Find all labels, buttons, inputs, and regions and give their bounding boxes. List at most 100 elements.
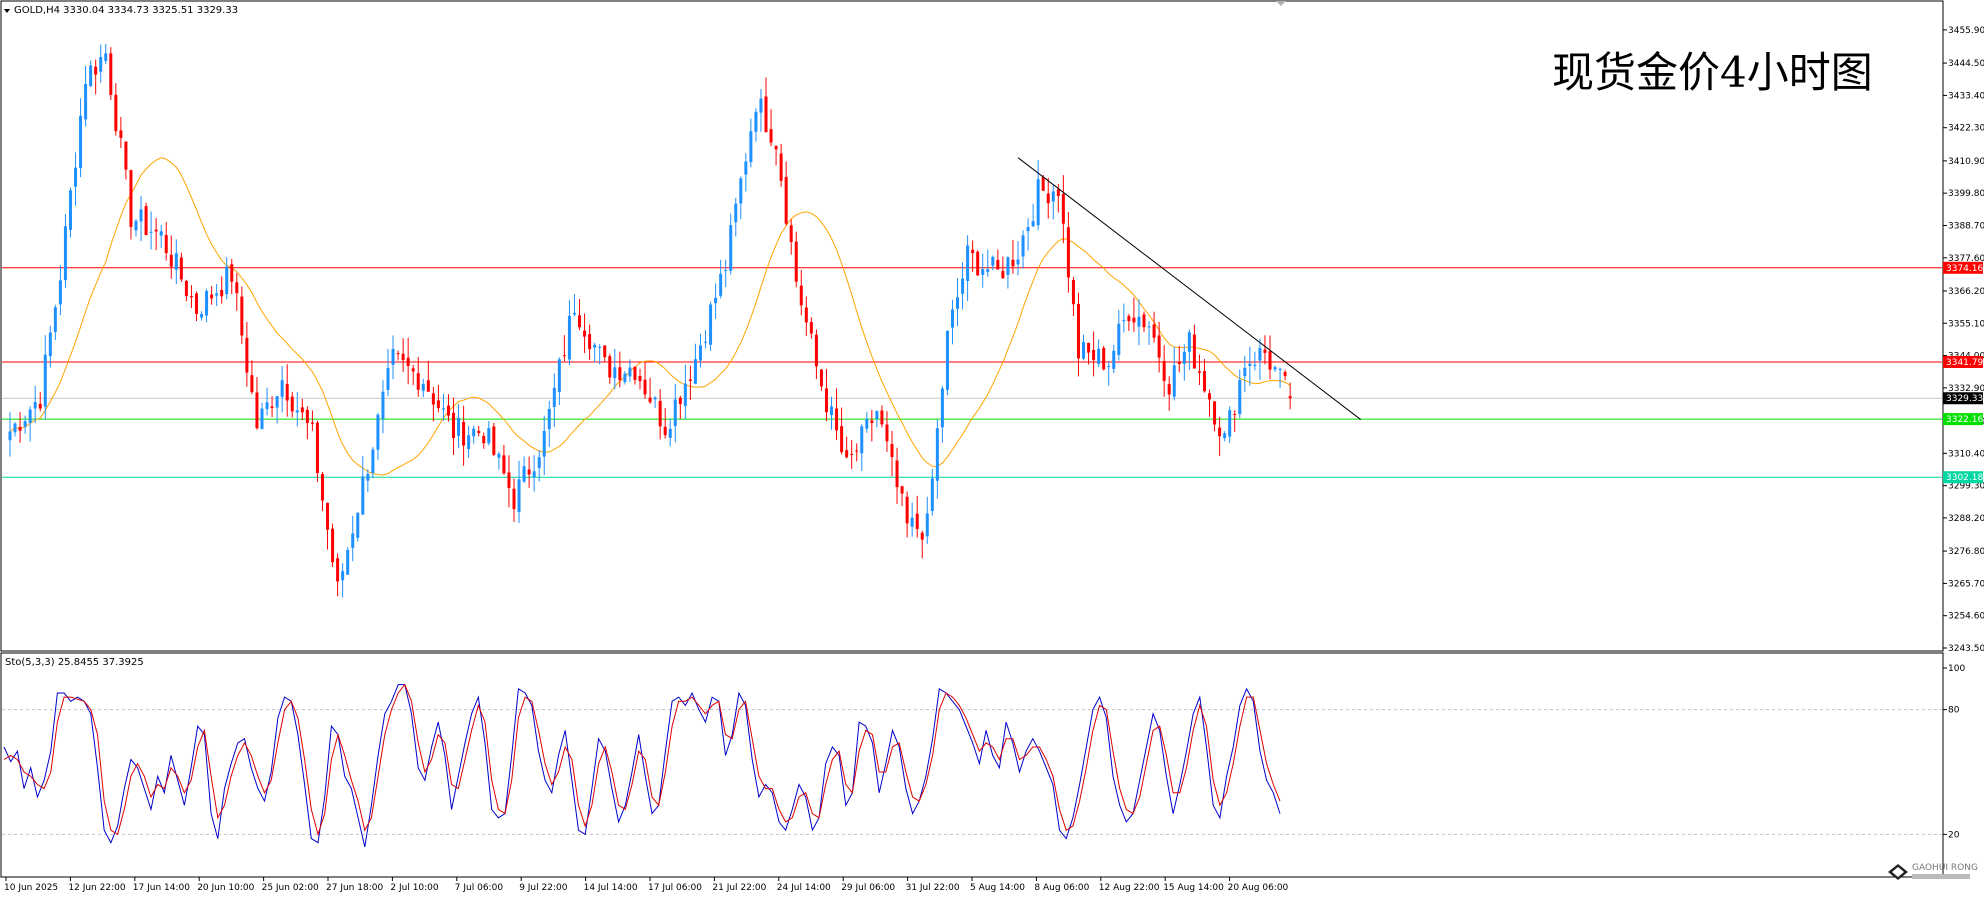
candle-body [567, 315, 571, 360]
candle[interactable] [346, 547, 350, 575]
candle-body [729, 225, 733, 271]
candle-body [835, 408, 839, 431]
candle-body [1107, 365, 1111, 367]
candle-body [411, 368, 415, 372]
candle-body [779, 153, 783, 181]
candle-body [1051, 191, 1055, 202]
candle-body [1122, 320, 1126, 322]
x-tick-label: 17 Jun 14:00 [133, 883, 190, 893]
candle-body [1283, 371, 1287, 377]
candle-body [678, 397, 682, 404]
candle-body [467, 435, 471, 449]
candle-body [502, 455, 506, 474]
candle-body [704, 341, 708, 343]
candle-body [421, 383, 425, 391]
candle-body [310, 422, 314, 424]
candle[interactable] [109, 47, 113, 100]
candle-body [1046, 193, 1050, 204]
candle[interactable] [1102, 345, 1106, 371]
candle-body [845, 450, 849, 458]
candle[interactable] [331, 523, 335, 568]
candle[interactable] [709, 301, 713, 351]
candle[interactable] [356, 512, 360, 542]
candle-body [1177, 361, 1181, 365]
candle-body [840, 426, 844, 453]
candle-body [119, 130, 123, 138]
candle-body [381, 391, 385, 419]
candle-body [426, 380, 430, 392]
candle-body [452, 412, 456, 438]
candle-body [1233, 413, 1237, 415]
y-tick-label: 3288.20 [1948, 514, 1984, 524]
candle-body [144, 206, 148, 236]
candle-body [1172, 365, 1176, 397]
candle-body [280, 380, 284, 397]
candle-body [114, 94, 118, 132]
candle-body [154, 229, 158, 232]
x-tick-label: 12 Jun 22:00 [68, 883, 125, 893]
candle-body [376, 414, 380, 450]
candle-body [487, 428, 491, 444]
candle-body [1157, 335, 1161, 358]
candle-body [371, 449, 375, 473]
candle-body [1112, 350, 1116, 369]
candle-body [930, 478, 934, 511]
candle-body [1031, 221, 1035, 227]
watermark-text: GAOHUI RONG [1912, 863, 1978, 873]
candle-body [572, 312, 576, 315]
candle-body [1061, 193, 1065, 224]
level-price-label: 3341.79 [1946, 358, 1983, 368]
x-tick-label: 29 Jul 06:00 [841, 883, 895, 893]
candle-body [623, 373, 627, 383]
candle-body [799, 285, 803, 306]
candle-body [220, 289, 224, 297]
trading-chart[interactable]: GOLD,H4 3330.04 3334.73 3325.51 3329.33 … [0, 0, 1984, 894]
candle-body [68, 190, 72, 230]
candle-body [512, 488, 516, 510]
candle-body [416, 373, 420, 390]
candle-body [104, 53, 108, 61]
candle-body [1087, 342, 1091, 353]
candle-body [850, 453, 854, 455]
x-tick-label: 17 Jul 06:00 [648, 883, 702, 893]
candle-body [290, 396, 294, 412]
candle-body [628, 367, 632, 377]
candle[interactable] [144, 202, 148, 236]
candle-body [608, 356, 612, 378]
candle-body [885, 424, 889, 442]
osc-y-tick-label: 20 [1948, 830, 1960, 840]
candle-body [830, 406, 834, 416]
candle-body [99, 56, 103, 72]
candle-body [356, 512, 360, 538]
candle-body [749, 131, 753, 163]
candle-body [517, 479, 521, 513]
candle-body [386, 368, 390, 390]
candle[interactable] [315, 420, 319, 483]
candle-body [1006, 257, 1010, 275]
candle-body [1152, 324, 1156, 338]
candle-body [462, 421, 466, 446]
osc-y-tick-label: 80 [1948, 706, 1960, 716]
candle-body [588, 334, 592, 350]
candle-body [346, 549, 350, 575]
candle-body [784, 176, 788, 224]
candle-body [915, 513, 919, 529]
candle-body [275, 396, 279, 408]
candle-body [950, 309, 954, 328]
y-tick-label: 3410.90 [1948, 157, 1984, 167]
x-tick-label: 2 Jul 10:00 [390, 883, 439, 893]
candle[interactable] [492, 422, 496, 457]
candle-body [1092, 349, 1096, 361]
candle-body [295, 410, 299, 413]
candle-body [457, 417, 461, 436]
candle-body [245, 337, 249, 373]
candle-body [794, 241, 798, 282]
candle-body [724, 270, 728, 272]
candle-body [38, 403, 42, 409]
candle-body [33, 401, 37, 409]
candle-body [331, 528, 335, 563]
candle[interactable] [976, 250, 980, 276]
candle-body [593, 344, 597, 348]
candle-body [305, 409, 309, 424]
candle[interactable] [945, 330, 949, 396]
